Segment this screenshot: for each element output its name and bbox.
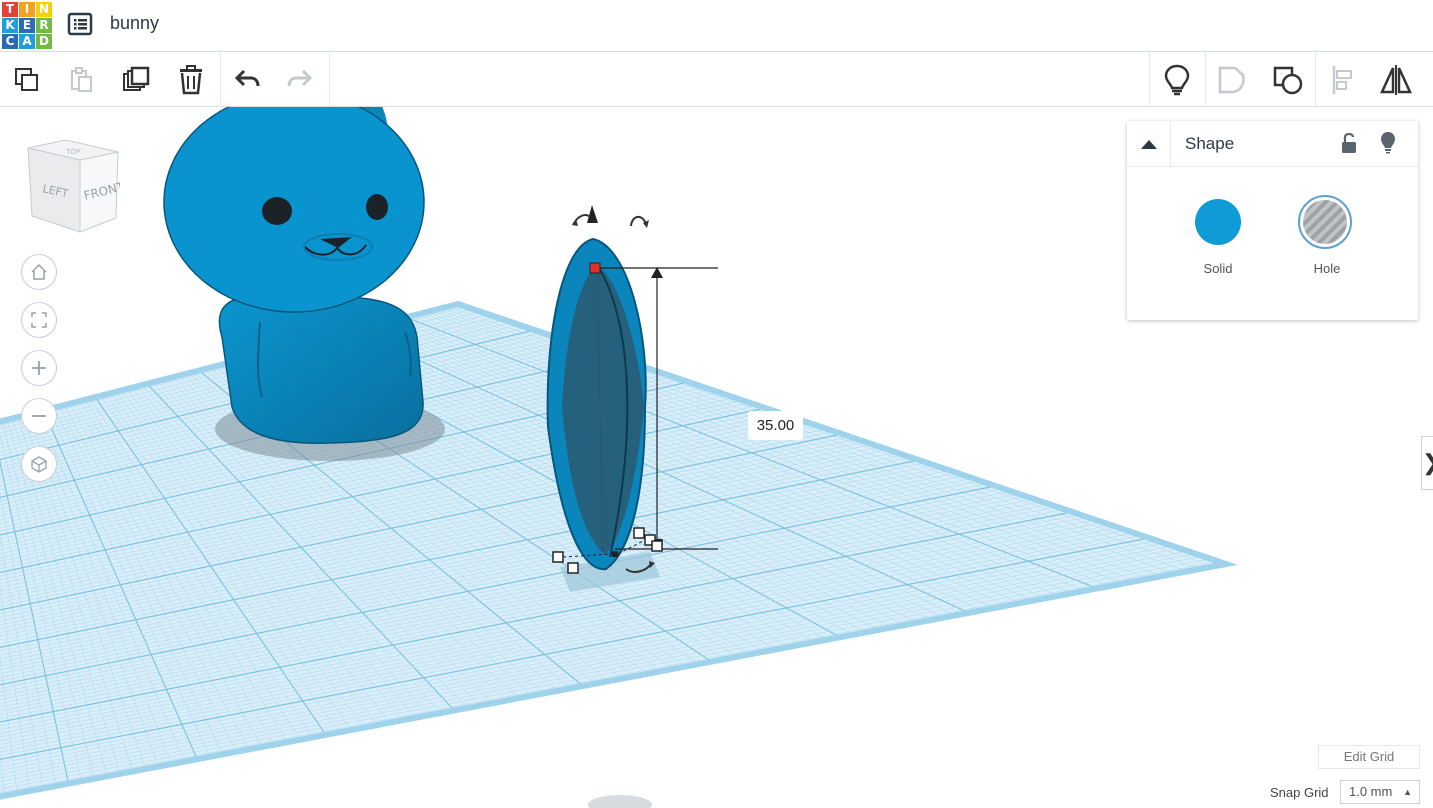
copy-button[interactable] — [7, 60, 47, 100]
hole-pattern-icon — [1298, 195, 1352, 249]
design-list-button[interactable] — [66, 10, 94, 38]
lightbulb-icon — [1164, 64, 1190, 96]
align-button[interactable] — [1323, 60, 1363, 100]
bottom-center-handle[interactable] — [612, 551, 618, 557]
corner-handle-left-front[interactable] — [567, 562, 579, 574]
list-icon — [67, 12, 93, 36]
zoom-out-button[interactable] — [21, 398, 57, 434]
hide-shape-button[interactable] — [1379, 130, 1397, 159]
fit-view-button[interactable] — [21, 302, 57, 338]
corner-handle-right[interactable] — [633, 527, 645, 539]
logo-letter: C — [2, 34, 18, 49]
undo-button[interactable] — [227, 60, 267, 100]
svg-text:TOP: TOP — [65, 148, 80, 156]
corner-handle-left[interactable] — [552, 551, 564, 563]
mirror-icon — [1380, 65, 1412, 95]
group-button[interactable] — [1212, 60, 1252, 100]
caret-up-icon — [1140, 140, 1157, 149]
undo-icon — [234, 69, 260, 87]
logo-letter: A — [19, 34, 35, 49]
lightbulb-icon — [1381, 132, 1395, 154]
paste-icon — [71, 67, 92, 92]
height-dimension-input[interactable]: 35.00 — [748, 411, 803, 440]
tinkercad-logo[interactable]: TIN KER CAD — [2, 2, 53, 49]
caret-up-icon: ▲ — [1403, 787, 1412, 797]
logo-letter: N — [36, 2, 52, 17]
delete-button[interactable] — [171, 60, 211, 100]
redo-button[interactable] — [280, 60, 320, 100]
paste-button[interactable] — [61, 60, 101, 100]
solid-label: Solid — [1203, 261, 1233, 276]
logo-letter: E — [19, 18, 35, 33]
corner-handle-right-front[interactable] — [651, 540, 663, 552]
mirror-button[interactable] — [1376, 60, 1416, 100]
show-all-button[interactable] — [1157, 60, 1197, 100]
duplicate-icon — [123, 66, 150, 91]
trash-icon — [180, 65, 202, 95]
rotate-y-icon[interactable] — [630, 215, 647, 227]
logo-letter: T — [2, 2, 18, 17]
logo-letter: K — [2, 18, 18, 33]
home-icon — [31, 263, 47, 280]
copy-icon — [15, 68, 38, 91]
top-height-handle[interactable] — [589, 262, 601, 274]
home-view-button[interactable] — [21, 254, 57, 290]
hole-swatch[interactable] — [1298, 195, 1352, 249]
ungroup-button[interactable] — [1268, 60, 1308, 100]
group-icon — [1218, 66, 1245, 94]
logo-letter: R — [36, 18, 52, 33]
lock-button[interactable] — [1339, 131, 1359, 160]
hidden-object — [588, 795, 652, 808]
fit-view-icon — [31, 312, 47, 328]
redo-icon — [287, 69, 313, 87]
snap-grid-select[interactable]: 1.0 mm ▲ — [1340, 780, 1420, 804]
lift-arrow-icon[interactable] — [587, 205, 598, 223]
plus-icon — [32, 361, 46, 375]
app-header: TIN KER CAD bunny — [0, 0, 1433, 52]
minus-icon — [32, 415, 46, 417]
ungroup-icon — [1273, 66, 1303, 95]
collapse-panel-button[interactable] — [1127, 121, 1171, 167]
edit-toolbar — [0, 52, 1433, 107]
snap-grid-value: 1.0 mm — [1349, 784, 1393, 799]
align-icon — [1332, 66, 1352, 94]
document-title[interactable]: bunny — [110, 13, 159, 34]
shape-inspector-panel: Shape Solid Hole — [1127, 121, 1418, 320]
shape-panel-header: Shape — [1127, 121, 1418, 167]
logo-letter: I — [19, 2, 35, 17]
zoom-in-button[interactable] — [21, 350, 57, 386]
unlock-icon — [1342, 132, 1356, 153]
snap-grid-label: Snap Grid — [1270, 785, 1329, 800]
perspective-toggle-button[interactable] — [21, 446, 57, 482]
solid-color-swatch[interactable] — [1195, 199, 1241, 245]
duplicate-button[interactable] — [116, 60, 156, 100]
logo-letter: D — [36, 34, 52, 49]
cube-icon — [31, 456, 47, 473]
shape-panel-title: Shape — [1185, 134, 1235, 153]
edit-grid-button[interactable]: Edit Grid — [1318, 745, 1420, 769]
hole-label: Hole — [1313, 261, 1341, 276]
view-cube[interactable]: LEFT FRONT TOP — [24, 139, 126, 241]
side-panel-toggle[interactable]: ❯ — [1421, 436, 1433, 490]
